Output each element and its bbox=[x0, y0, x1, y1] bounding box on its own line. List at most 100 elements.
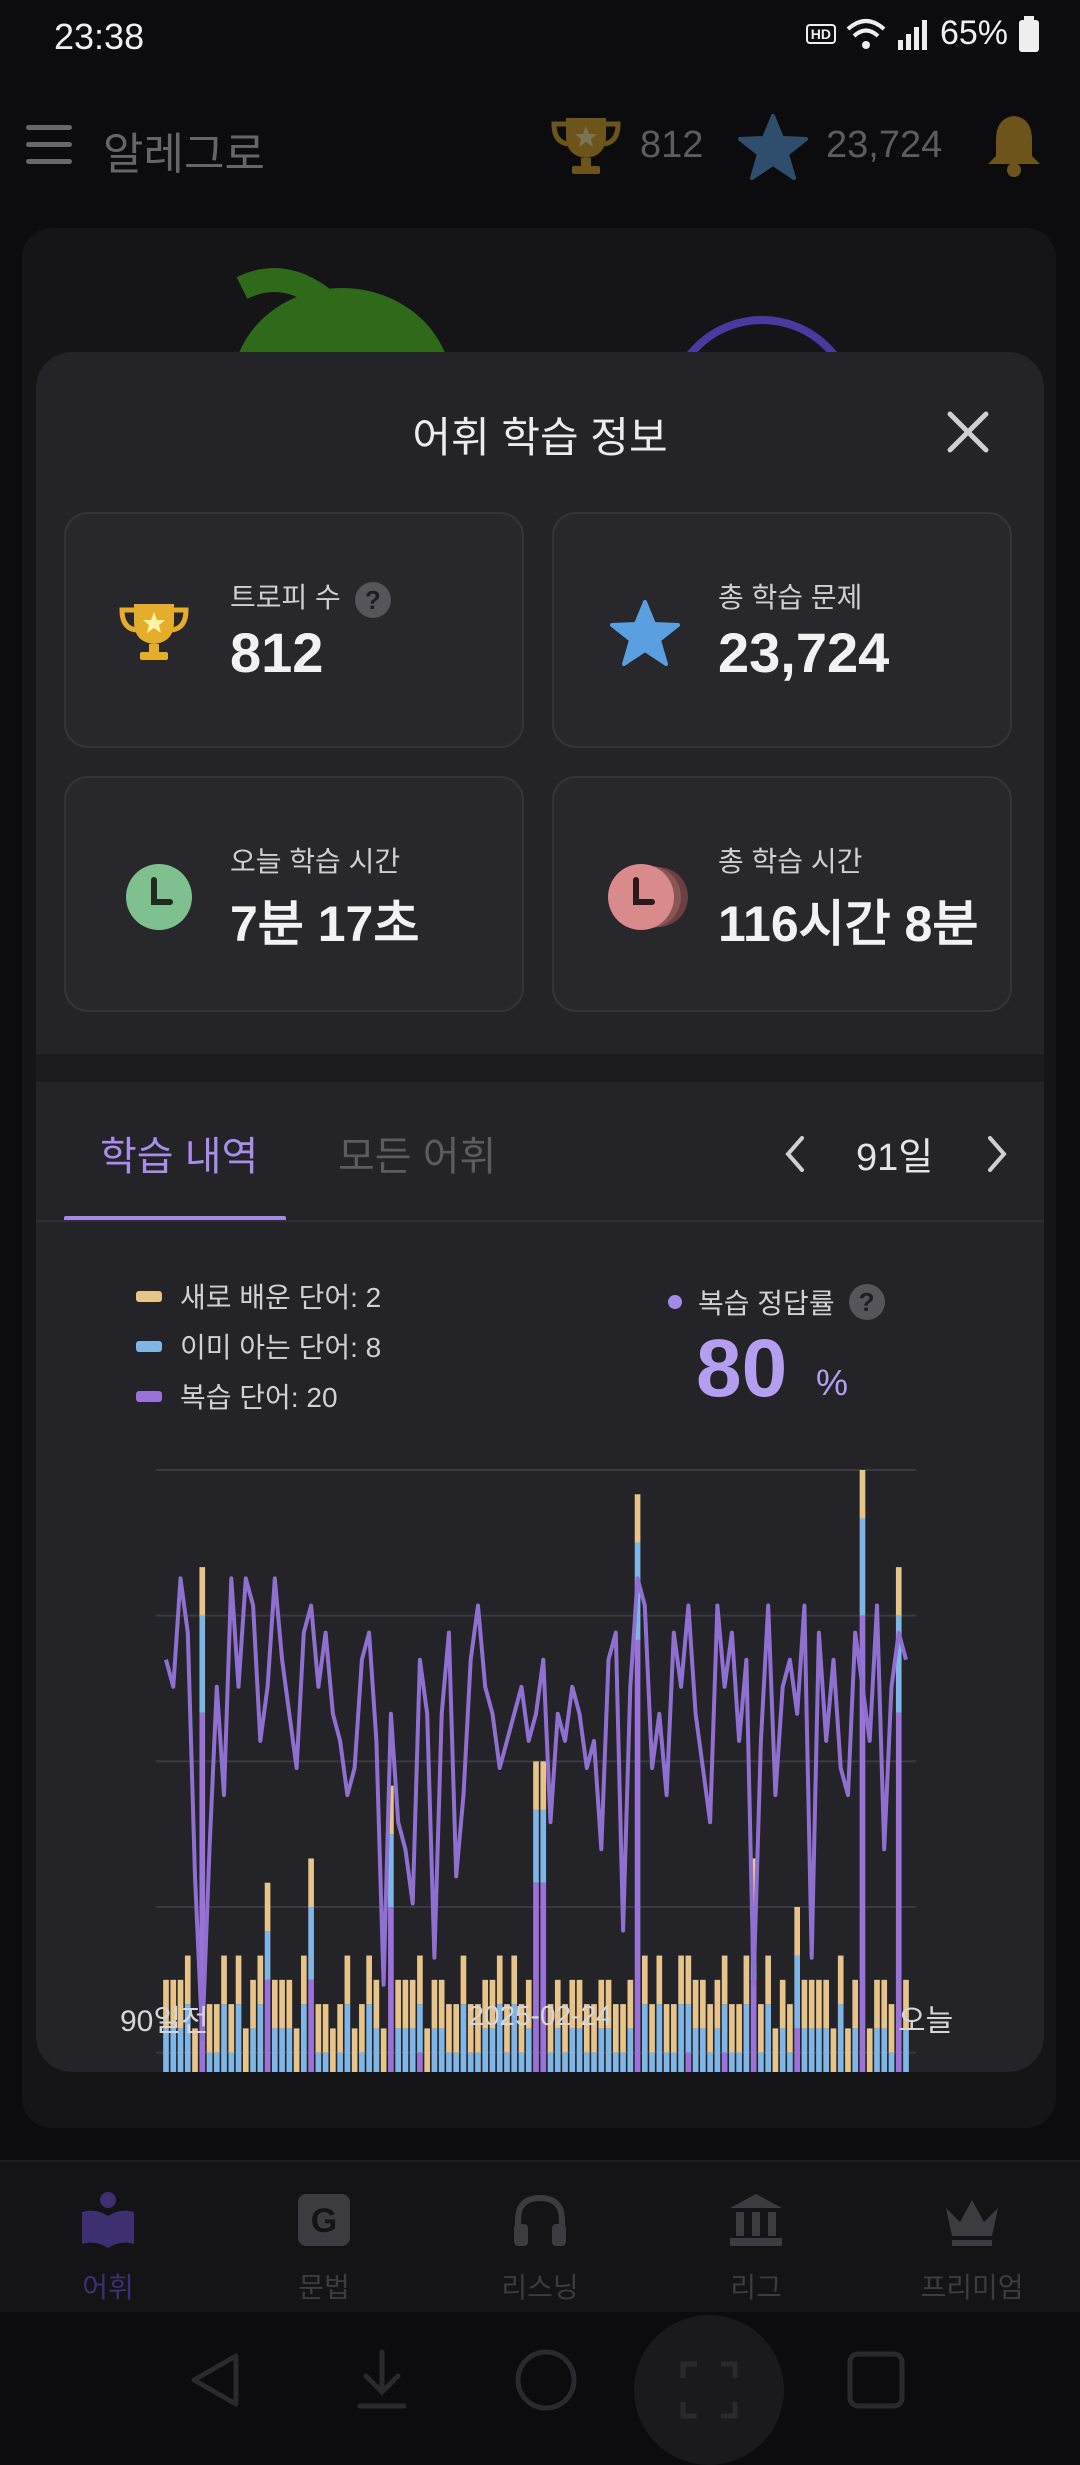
bar-new-words bbox=[301, 1955, 307, 2005]
bar-known-words bbox=[373, 2028, 380, 2072]
total-problems-label: 총 학습 문제 bbox=[718, 582, 863, 613]
total-problems-card: 총 학습 문제 23,724 bbox=[552, 512, 1012, 748]
bar-known-words bbox=[467, 2052, 474, 2072]
bar-known-words bbox=[453, 2052, 460, 2072]
nav-label: 리스닝 bbox=[501, 2272, 579, 2303]
bar-known-words bbox=[286, 2028, 293, 2072]
bar-known-words bbox=[649, 2052, 655, 2072]
legend-swatch bbox=[136, 1340, 162, 1352]
chevron-right-icon[interactable] bbox=[976, 1132, 1016, 1176]
bar-new-words bbox=[257, 1955, 264, 2005]
range-label: 91일 bbox=[856, 1137, 934, 1179]
bar-review-words bbox=[721, 2052, 728, 2072]
bar-known-words bbox=[816, 2028, 822, 2072]
bar-known-words bbox=[591, 2052, 597, 2072]
help-icon[interactable]: ? bbox=[354, 581, 391, 618]
bar-known-words bbox=[409, 2028, 416, 2072]
header-star-count: 23,724 bbox=[826, 124, 943, 166]
bar-known-words bbox=[540, 1809, 547, 1883]
vocab-info-modal: 어휘 학습 정보 트로피 수? 812 총 학습 문제 23,724 오늘 학습… bbox=[36, 352, 1044, 2072]
clock-icon bbox=[126, 864, 192, 930]
bar-known-words bbox=[315, 2052, 322, 2072]
status-bar: 23:38 HD 65% bbox=[0, 0, 1080, 80]
bar-review-words bbox=[388, 1907, 394, 2072]
bar-known-words bbox=[525, 2028, 532, 2072]
status-icons: HD 65% bbox=[805, 14, 1040, 53]
total-time-value: 116시간 8분 bbox=[718, 896, 979, 952]
total-time-card: 총 학습 시간 116시간 8분 bbox=[552, 776, 1012, 1012]
bar-known-words bbox=[620, 2052, 626, 2072]
bar-known-words bbox=[489, 2028, 496, 2072]
trophy-stat-value: 812 bbox=[230, 621, 324, 684]
tab-all-words[interactable]: 모든 어휘 bbox=[338, 1124, 496, 1182]
bar-known-words bbox=[264, 1931, 271, 1980]
trophy-stat-card: 트로피 수? 812 bbox=[64, 512, 524, 748]
bar-known-words bbox=[431, 2028, 438, 2072]
menu-icon[interactable] bbox=[26, 125, 72, 165]
recents-icon[interactable] bbox=[846, 2350, 906, 2410]
nav-listening[interactable]: 리스닝 bbox=[432, 2162, 648, 2312]
bar-new-words bbox=[221, 1955, 227, 2005]
bar-known-words bbox=[504, 2052, 510, 2072]
bar-new-words bbox=[859, 1470, 866, 1519]
bar-known-words bbox=[808, 2028, 815, 2072]
bar-known-words bbox=[700, 2028, 706, 2072]
capture-icon bbox=[680, 2361, 738, 2419]
bar-new-words bbox=[417, 1955, 423, 2005]
bar-known-words bbox=[888, 2052, 895, 2072]
accuracy-dot bbox=[668, 1295, 682, 1309]
total-problems-value: 23,724 bbox=[718, 621, 890, 684]
bar-known-words bbox=[402, 2028, 409, 2072]
bar-new-words bbox=[424, 2028, 431, 2072]
chevron-left-icon[interactable] bbox=[776, 1132, 816, 1176]
legend-label: 이미 아는 단어: 8 bbox=[180, 1332, 382, 1363]
bar-known-words bbox=[779, 2028, 786, 2072]
svg-text:G: G bbox=[311, 2202, 337, 2240]
battery-icon bbox=[1019, 15, 1039, 52]
stacked-clock-icon bbox=[608, 864, 688, 930]
history-chart bbox=[156, 1469, 916, 2072]
bar-review-words bbox=[417, 2052, 423, 2072]
bar-known-words bbox=[583, 2052, 590, 2072]
bar-review-words bbox=[540, 1882, 547, 2072]
bar-known-words bbox=[663, 2052, 670, 2072]
today-time-label: 오늘 학습 시간 bbox=[230, 846, 401, 877]
bar-new-words bbox=[634, 1494, 641, 1543]
bell-icon[interactable] bbox=[984, 112, 1044, 178]
back-icon[interactable] bbox=[186, 2350, 246, 2410]
nav-premium[interactable]: 프리미엄 bbox=[864, 2162, 1080, 2312]
bar-new-words bbox=[743, 1955, 750, 2005]
bar-known-words bbox=[206, 2052, 213, 2072]
home-icon[interactable] bbox=[514, 2348, 578, 2412]
nav-vocab[interactable]: 어휘 bbox=[0, 2162, 216, 2312]
bar-new-words bbox=[496, 1955, 503, 2005]
bar-new-words bbox=[351, 2028, 358, 2072]
book-icon bbox=[82, 2192, 134, 2248]
tab-history[interactable]: 학습 내역 bbox=[100, 1124, 258, 1182]
header-trophy-count: 812 bbox=[640, 124, 704, 166]
bar-known-words bbox=[576, 2028, 583, 2072]
close-icon[interactable] bbox=[940, 404, 996, 460]
trophy-stat-label: 트로피 수? bbox=[230, 576, 391, 618]
bar-new-words bbox=[540, 1761, 547, 1810]
bar-known-words bbox=[895, 1615, 902, 1713]
bar-new-words bbox=[533, 1761, 539, 1810]
bar-known-words bbox=[562, 2052, 568, 2072]
bar-new-words bbox=[830, 2028, 837, 2072]
nav-league[interactable]: 리그 bbox=[648, 2162, 864, 2312]
bar-new-words bbox=[330, 2028, 336, 2072]
download-icon[interactable] bbox=[352, 2348, 412, 2412]
trophy-icon bbox=[551, 118, 621, 174]
bar-new-words bbox=[678, 1955, 684, 2005]
nav-grammar[interactable]: G 문법 bbox=[216, 2162, 432, 2312]
bar-known-words bbox=[758, 2052, 764, 2072]
status-time: 23:38 bbox=[54, 16, 145, 57]
bar-new-words bbox=[641, 1955, 648, 2005]
bar-known-words bbox=[547, 2052, 554, 2072]
bar-known-words bbox=[605, 2028, 612, 2072]
bar-known-words bbox=[337, 2052, 343, 2072]
help-icon[interactable]: ? bbox=[848, 1284, 885, 1320]
bar-new-words bbox=[511, 1955, 518, 2005]
legend-known-words: 이미 아는 단어: 8 bbox=[136, 1326, 381, 1366]
screenshot-button[interactable] bbox=[634, 2315, 784, 2465]
